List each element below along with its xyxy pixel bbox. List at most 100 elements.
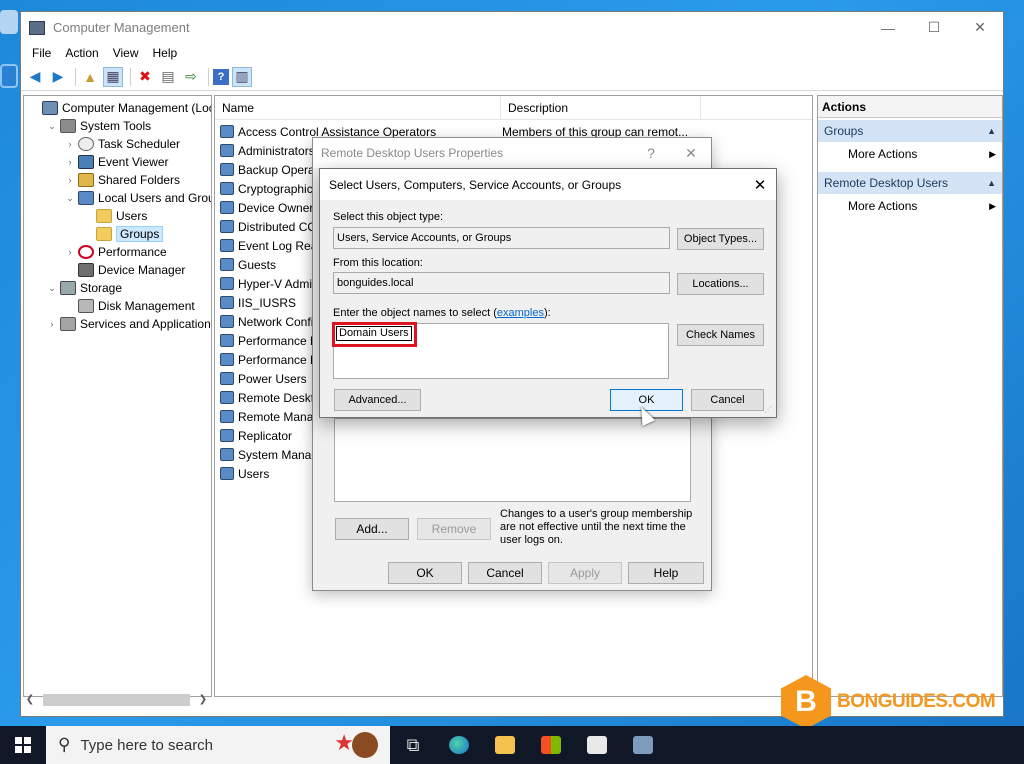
select-cancel-button[interactable]: Cancel [691,389,764,411]
maximize-button[interactable]: ☐ [911,12,957,43]
expand-chevron-icon[interactable]: ⌄ [46,121,58,132]
tree-item-label: System Tools [80,119,152,133]
select-close-button[interactable]: ✕ [744,176,776,194]
up-folder-icon[interactable]: ▲ [80,67,100,87]
properties-icon[interactable]: ▤ [158,67,178,87]
actions-section-remote-desktop-users[interactable]: Remote Desktop Users ▲ [818,172,1002,194]
start-button[interactable] [0,726,46,764]
tree-item-label: Shared Folders [98,173,181,187]
menu-file[interactable]: File [25,46,58,60]
members-list[interactable] [334,418,691,502]
expand-chevron-icon[interactable]: › [64,175,76,185]
select-title-bar[interactable]: Select Users, Computers, Service Account… [320,169,776,200]
expand-chevron-icon[interactable]: › [46,319,58,329]
group-name: Administrators [238,143,315,158]
expand-chevron-icon[interactable]: › [64,247,76,257]
location-label: From this location: [333,257,423,269]
expand-chevron-icon[interactable]: ⌄ [64,193,76,204]
edge-browser-icon[interactable] [436,726,482,764]
names-label-text: Enter the object names to select ( [333,307,497,319]
tool-icon [60,119,76,133]
object-type-field: Users, Service Accounts, or Groups [333,227,670,249]
scroll-left-icon[interactable]: ❮ [25,694,35,705]
desktop-app-icon[interactable] [0,64,18,88]
tree-item[interactable]: › Performance [64,243,167,261]
tree-item[interactable]: Disk Management [64,297,195,315]
collapse-up-icon[interactable]: ▲ [987,172,996,194]
check-names-button[interactable]: Check Names [677,324,764,346]
back-arrow-icon[interactable]: ◀ [25,67,45,87]
tree-item[interactable]: ⌄ System Tools [46,117,151,135]
column-name[interactable]: Name [215,96,501,120]
actions-section-groups[interactable]: Groups ▲ [818,120,1002,142]
help-question-button[interactable]: ? [631,145,671,161]
scrollbar-thumb[interactable] [43,693,190,706]
props-help-button[interactable]: Help [628,562,704,584]
expand-chevron-icon[interactable]: ⌄ [46,283,58,294]
scroll-right-icon[interactable]: ❯ [198,694,208,705]
properties-title-bar[interactable]: Remote Desktop Users Properties ? ✕ [313,138,711,168]
search-placeholder: Type here to search [80,736,214,754]
submenu-arrow-icon: ▶ [989,201,996,211]
forward-arrow-icon[interactable]: ▶ [48,67,68,87]
group-name: Distributed CO [238,219,317,234]
tree-item[interactable]: › Shared Folders [64,171,180,189]
group-icon [220,144,234,157]
tree-item[interactable]: Users [82,207,147,225]
folder-icon [96,209,112,223]
show-action-pane-icon[interactable]: ▥ [232,66,252,87]
group-icon [220,448,234,461]
tree-item[interactable]: Groups [82,225,164,243]
close-button[interactable]: ✕ [957,12,1003,43]
collapse-up-icon[interactable]: ▲ [987,120,996,142]
locations-button[interactable]: Locations... [677,273,764,295]
tree-item[interactable]: › Event Viewer [64,153,168,171]
tree-item[interactable]: › Services and Applications [46,315,211,333]
tree-item[interactable]: ⌄ Storage [46,279,122,297]
file-explorer-icon[interactable] [482,726,528,764]
mail-icon[interactable] [574,726,620,764]
bonguides-watermark: B BONGUIDES.COM [781,675,996,729]
object-types-button[interactable]: Object Types... [677,228,764,250]
menu-help[interactable]: Help [146,46,185,60]
tree-item[interactable]: › Task Scheduler [64,135,180,153]
menu-view[interactable]: View [106,46,146,60]
perf-icon [78,245,94,259]
minimize-button[interactable]: — [865,12,911,43]
show-hide-tree-icon[interactable]: ▦ [103,66,123,87]
menu-action[interactable]: Action [58,46,105,60]
remove-button[interactable]: Remove [417,518,491,540]
advanced-button[interactable]: Advanced... [334,389,421,411]
examples-link[interactable]: examples [497,307,544,319]
tree-item[interactable]: Computer Management (Local [28,99,211,117]
add-button[interactable]: Add... [335,518,409,540]
help-icon[interactable]: ? [213,68,229,85]
tree-item-label: Users [116,209,148,223]
computer-management-taskbar-icon[interactable] [620,726,666,764]
group-name: Remote Manag [238,409,321,424]
list-header: Name Description [215,96,812,120]
export-list-icon[interactable]: ⇨ [181,67,201,87]
title-bar[interactable]: Computer Management — ☐ ✕ [21,12,1003,43]
recycle-bin-icon[interactable] [0,10,18,34]
more-actions-groups[interactable]: More Actions ▶ [818,142,1002,166]
properties-close-button[interactable]: ✕ [671,145,711,162]
submenu-arrow-icon: ▶ [989,149,996,159]
resize-grip-icon[interactable]: ⋰ [764,405,774,415]
delete-icon[interactable]: ✖ [135,67,155,87]
group-icon [220,182,234,195]
task-view-icon[interactable]: ⧉ [390,726,436,764]
tree-item[interactable]: Device Manager [64,261,185,279]
expand-chevron-icon[interactable]: › [64,139,76,149]
props-cancel-button[interactable]: Cancel [468,562,542,584]
microsoft-store-icon[interactable] [528,726,574,764]
column-description[interactable]: Description [501,96,701,120]
props-apply-button[interactable]: Apply [548,562,622,584]
taskbar-search[interactable]: ⚲ Type here to search ★ [46,726,390,764]
expand-chevron-icon[interactable]: › [64,157,76,167]
tree-item[interactable]: ⌄ Local Users and Groups [64,189,211,207]
props-ok-button[interactable]: OK [388,562,462,584]
group-name: System Manag [238,447,319,462]
more-actions-remote-desktop-users[interactable]: More Actions ▶ [818,194,1002,218]
tree-horizontal-scrollbar[interactable]: ❮ ❯ [25,691,208,708]
